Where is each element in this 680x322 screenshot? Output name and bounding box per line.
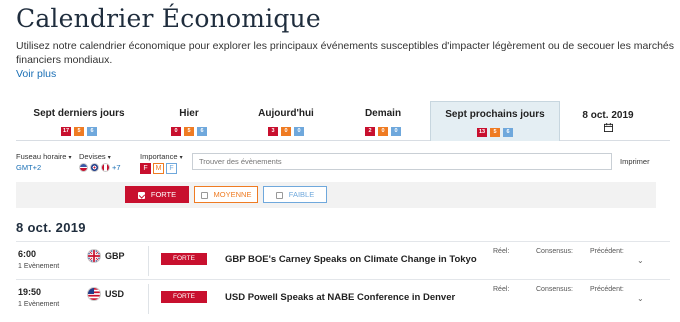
- checkbox-checked-icon: [137, 191, 145, 199]
- tab-yesterday[interactable]: Hier 0 5 6: [142, 101, 236, 141]
- tab-tomorrow[interactable]: Demain 2 0 0: [336, 101, 430, 141]
- low-count-badge: 6: [197, 127, 207, 136]
- event-row[interactable]: 19:50 1 Evènement USD FORTE USD Powell S…: [16, 279, 670, 317]
- event-time: 6:00: [18, 249, 37, 259]
- event-counts: 0 5 6: [171, 127, 207, 136]
- tab-label: Demain: [364, 108, 402, 119]
- event-counts: 2 0 0: [365, 127, 401, 136]
- search-events-input[interactable]: [192, 153, 612, 170]
- low-count-badge: 0: [391, 127, 401, 136]
- tab-label: Aujourd'hui: [258, 108, 314, 119]
- chevron-down-icon: ▾: [107, 155, 111, 161]
- checkbox-icon: [200, 191, 208, 199]
- event-counts: 13 5 6: [477, 128, 513, 137]
- page-title: Calendrier Économique: [16, 4, 321, 33]
- event-row[interactable]: 6:00 1 Evènement GBP FORTE GBP BOE's Car…: [16, 241, 670, 279]
- timezone-value: GMT+2: [16, 163, 42, 172]
- print-button[interactable]: Imprimer: [620, 157, 650, 166]
- importance-label-text: Importance: [140, 152, 178, 161]
- tab-today[interactable]: Aujourd'hui 3 0 0: [236, 101, 336, 141]
- previous-label: Précédent:: [590, 286, 624, 293]
- chevron-down-icon[interactable]: ⌄: [637, 256, 644, 265]
- low-count-badge: 6: [87, 127, 97, 136]
- importance-toggles: F M F: [140, 163, 177, 174]
- medium-count-badge: 5: [490, 128, 500, 137]
- event-count: 1 Evènement: [18, 301, 60, 308]
- event-count: 1 Evènement: [18, 263, 60, 270]
- event-currency: GBP: [87, 249, 125, 263]
- forte-checkbox-button[interactable]: FORTE: [125, 186, 189, 203]
- event-time: 19:50: [18, 287, 42, 297]
- forte-label: FORTE: [150, 190, 177, 199]
- event-counts: 3 0 0: [268, 127, 304, 136]
- day-heading: 8 oct. 2019: [16, 220, 86, 235]
- tab-label: Sept derniers jours: [33, 108, 125, 119]
- medium-count-badge: 5: [184, 127, 194, 136]
- high-count-badge: 3: [268, 127, 278, 136]
- ca-flag-icon: [101, 163, 110, 172]
- currency-code: GBP: [105, 251, 125, 261]
- currency-code: USD: [105, 289, 125, 299]
- high-count-badge: 17: [61, 127, 71, 136]
- more-currencies-count: +7: [112, 163, 121, 172]
- divider: [148, 284, 149, 314]
- high-count-badge: 13: [477, 128, 487, 137]
- moyenne-label: MOYENNE: [213, 190, 252, 199]
- tab-label: Hier: [179, 108, 199, 119]
- consensus-label: Consensus:: [536, 286, 573, 293]
- high-count-badge: 2: [365, 127, 375, 136]
- importance-medium-toggle[interactable]: M: [153, 163, 164, 174]
- moyenne-checkbox-button[interactable]: MOYENNE: [194, 186, 258, 203]
- importance-high-toggle[interactable]: F: [140, 163, 151, 174]
- us-flag-icon: [79, 163, 88, 172]
- divider: [148, 246, 149, 276]
- low-count-badge: 0: [294, 127, 304, 136]
- timezone-label-text: Fuseau horaire: [16, 152, 67, 161]
- chevron-down-icon[interactable]: ⌄: [637, 294, 644, 303]
- low-count-badge: 6: [503, 128, 513, 137]
- date-range-tabs: Sept derniers jours 17 5 6 Hier 0 5 6 Au…: [16, 101, 670, 141]
- medium-count-badge: 5: [74, 127, 84, 136]
- tab-next-seven-days[interactable]: Sept prochains jours 13 5 6: [430, 101, 560, 141]
- event-title[interactable]: USD Powell Speaks at NABE Conference in …: [225, 292, 455, 303]
- impact-badge: FORTE: [161, 291, 207, 303]
- currencies-label-text: Devises: [79, 152, 106, 161]
- currency-flags: +7: [79, 163, 121, 172]
- impact-badge: FORTE: [161, 253, 207, 265]
- faible-label: FAIBLE: [288, 190, 315, 199]
- tab-label: Sept prochains jours: [445, 109, 545, 120]
- medium-count-badge: 0: [378, 127, 388, 136]
- us-flag-icon: [87, 287, 101, 301]
- importance-dropdown[interactable]: Importance ▾: [140, 152, 183, 161]
- uk-flag-icon: [90, 163, 99, 172]
- chevron-down-icon: ▾: [68, 155, 72, 161]
- tab-last-seven-days[interactable]: Sept derniers jours 17 5 6: [16, 101, 142, 141]
- faible-checkbox-button[interactable]: FAIBLE: [263, 186, 327, 203]
- uk-flag-icon: [87, 249, 101, 263]
- page-description: Utilisez notre calendrier économique pou…: [16, 40, 675, 66]
- actual-label: Réel:: [493, 248, 510, 255]
- medium-count-badge: 0: [281, 127, 291, 136]
- consensus-label: Consensus:: [536, 248, 573, 255]
- timezone-label: Fuseau horaire ▾: [16, 152, 72, 161]
- tab-date-picker[interactable]: 8 oct. 2019: [560, 101, 656, 141]
- currencies-label: Devises ▾: [79, 152, 111, 161]
- calendar-icon: [603, 123, 613, 132]
- see-more-link[interactable]: Voir plus: [16, 68, 56, 80]
- checkbox-icon: [275, 191, 283, 199]
- chevron-down-icon: ▾: [179, 155, 183, 161]
- high-count-badge: 0: [171, 127, 181, 136]
- importance-filter-bar: FORTE MOYENNE FAIBLE: [16, 182, 656, 208]
- actual-label: Réel:: [493, 286, 510, 293]
- event-currency: USD: [87, 287, 124, 301]
- event-title[interactable]: GBP BOE's Carney Speaks on Climate Chang…: [225, 254, 477, 265]
- filter-bar: Fuseau horaire ▾ GMT+2 Devises ▾ +7 Impo…: [16, 149, 670, 179]
- event-counts: 17 5 6: [61, 127, 97, 136]
- tab-label: 8 oct. 2019: [582, 110, 634, 121]
- importance-low-toggle[interactable]: F: [166, 163, 177, 174]
- previous-label: Précédent:: [590, 248, 624, 255]
